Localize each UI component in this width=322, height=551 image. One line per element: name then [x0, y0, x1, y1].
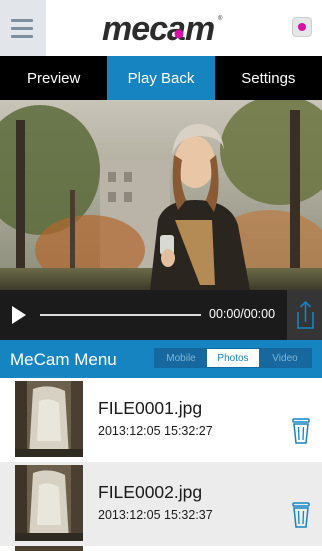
list-item[interactable]: FILE0002.jpg 2013:12:05 15:32:37 [0, 462, 322, 546]
video-preview[interactable] [0, 100, 322, 290]
trash-icon[interactable] [291, 418, 311, 444]
trash-icon[interactable] [291, 502, 311, 528]
hamburger-icon [11, 19, 33, 22]
hamburger-icon-line [11, 35, 33, 38]
file-name: FILE0002.jpg [98, 482, 203, 502]
logo-text: mecam [102, 10, 214, 48]
progress-bar[interactable] [40, 314, 201, 316]
share-icon [297, 300, 314, 329]
list-item[interactable]: FILE0001.jpg 2013:12:05 15:32:27 [0, 378, 322, 462]
menu-button[interactable] [0, 0, 46, 56]
list-item-partial[interactable] [0, 546, 322, 551]
menu-title: MeCam Menu [10, 350, 117, 369]
segment-video[interactable]: Video [259, 349, 311, 367]
record-icon [298, 23, 306, 31]
file-date: 2013:12:05 15:32:27 [98, 424, 213, 438]
file-thumbnail [15, 546, 83, 551]
video-frame-image [0, 100, 322, 290]
record-button[interactable] [292, 17, 312, 37]
app-header: mecam ® [0, 0, 322, 56]
file-date: 2013:12:05 15:32:37 [98, 508, 213, 522]
tab-bar: Preview Play Back Settings [0, 56, 322, 100]
file-name: FILE0001.jpg [98, 398, 203, 418]
playback-time: 00:00/00:00 [209, 307, 276, 321]
tab-preview[interactable]: Preview [0, 56, 107, 100]
tab-settings[interactable]: Settings [215, 56, 322, 100]
mecam-logo: mecam ® [102, 10, 223, 48]
tab-playback[interactable]: Play Back [107, 56, 215, 100]
media-type-selector: Mobile Photos Video [154, 348, 312, 368]
hamburger-icon-line [11, 27, 33, 30]
logo-dot [174, 29, 184, 39]
player-controls: 00:00/00:00 [0, 290, 322, 340]
file-thumbnail [15, 381, 83, 457]
share-button[interactable] [287, 290, 322, 340]
segment-photos[interactable]: Photos [207, 349, 259, 367]
svg-text:®: ® [218, 15, 223, 22]
segment-mobile[interactable]: Mobile [155, 349, 207, 367]
file-thumbnail [15, 465, 83, 541]
play-icon[interactable] [12, 306, 26, 324]
